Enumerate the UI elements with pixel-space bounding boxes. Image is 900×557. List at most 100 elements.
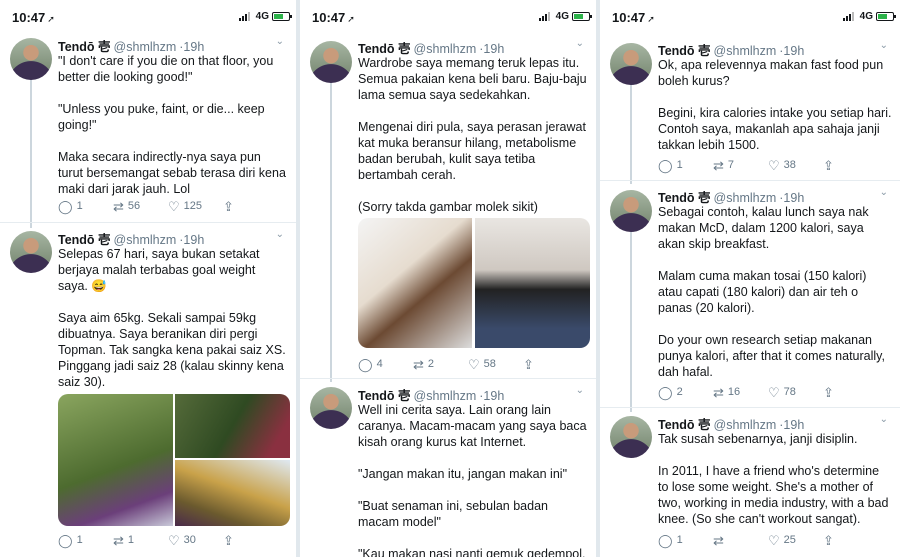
display-name[interactable]: Tendō 壱: [58, 233, 111, 247]
chevron-down-icon[interactable]: ⌄: [576, 38, 584, 49]
tweet-photo[interactable]: [175, 394, 290, 458]
retweet-icon: ⇄: [713, 532, 724, 548]
status-time: 10:47 ➚: [312, 10, 355, 25]
tweet-actions: ◯ 4 ⇄ 2 ♡ 58 ⇪: [358, 356, 586, 372]
share-button[interactable]: ⇪: [523, 356, 578, 372]
reply-icon: ◯: [658, 384, 673, 400]
avatar[interactable]: [610, 43, 652, 85]
chevron-down-icon[interactable]: ⌄: [880, 40, 888, 51]
reply-icon: ◯: [658, 532, 673, 548]
tweet-time: 19h: [483, 42, 505, 56]
status-bar: 10:47 ➚ 4G: [0, 0, 296, 34]
retweet-icon: ⇄: [113, 532, 124, 548]
retweet-icon: ⇄: [413, 356, 424, 372]
user-handle[interactable]: @shmlhzm: [414, 389, 477, 403]
like-button[interactable]: ♡ 25: [768, 532, 823, 548]
like-button[interactable]: ♡ 125: [168, 198, 223, 214]
tweet-text: "I don't care if you die on that floor, …: [58, 54, 286, 196]
tweet-photo[interactable]: [175, 460, 290, 526]
status-bar: 10:47 ➚ 4G: [300, 0, 596, 34]
reply-button[interactable]: ◯ 1: [58, 198, 113, 214]
tweet-photo[interactable]: [58, 394, 173, 526]
tweet-photo-grid[interactable]: [358, 218, 590, 348]
retweet-button[interactable]: ⇄: [713, 532, 768, 548]
chevron-down-icon[interactable]: ⌄: [880, 414, 888, 425]
user-handle[interactable]: @shmlhzm: [414, 42, 477, 56]
heart-icon: ♡: [468, 356, 480, 372]
share-button[interactable]: ⇪: [823, 384, 878, 400]
tweet-text: Wardrobe saya memang teruk lepas itu. Se…: [358, 56, 587, 214]
share-button[interactable]: ⇪: [223, 198, 278, 214]
retweet-button[interactable]: ⇄ 16: [713, 384, 768, 400]
tweet-time: 19h: [783, 418, 805, 432]
like-button[interactable]: ♡ 38: [768, 157, 823, 173]
display-name[interactable]: Tendō 壱: [658, 44, 711, 58]
thread-line: [30, 78, 32, 228]
retweet-button[interactable]: ⇄ 56: [113, 198, 168, 214]
tweet-text: Well ini cerita saya. Lain orang lain ca…: [358, 403, 587, 557]
user-handle[interactable]: @shmlhzm: [114, 40, 177, 54]
chevron-down-icon[interactable]: ⌄: [276, 229, 284, 240]
heart-icon: ♡: [768, 532, 780, 548]
thread-line: [630, 84, 632, 184]
like-button[interactable]: ♡ 30: [168, 532, 223, 548]
display-name[interactable]: Tendō 壱: [658, 191, 711, 205]
reply-button[interactable]: ◯ 4: [358, 356, 413, 372]
share-button[interactable]: ⇪: [823, 157, 878, 173]
heart-icon: ♡: [768, 384, 780, 400]
network-type: 4G: [859, 11, 873, 22]
display-name[interactable]: Tendō 壱: [658, 418, 711, 432]
reply-button[interactable]: ◯ 1: [58, 532, 113, 548]
reply-button[interactable]: ◯ 1: [658, 157, 713, 173]
tweet-header: Tendō 壱 @shmlhzm ·19h: [58, 233, 205, 247]
avatar[interactable]: [610, 416, 652, 458]
reply-icon: ◯: [358, 356, 373, 372]
share-button[interactable]: ⇪: [223, 532, 278, 548]
divider: [600, 407, 900, 408]
tweet-time: 19h: [783, 44, 805, 58]
reply-button[interactable]: ◯ 1: [658, 532, 713, 548]
tweet-photo[interactable]: [358, 218, 472, 348]
retweet-button[interactable]: ⇄ 1: [113, 532, 168, 548]
location-arrow-icon: ➚: [347, 14, 355, 24]
user-handle[interactable]: @shmlhzm: [114, 233, 177, 247]
tweet-actions: ◯ 1 ⇄ ♡ 25 ⇪: [658, 532, 890, 548]
reply-button[interactable]: ◯ 2: [658, 384, 713, 400]
chevron-down-icon[interactable]: ⌄: [576, 385, 584, 396]
share-icon: ⇪: [823, 384, 834, 400]
tweet-photo-grid[interactable]: [58, 394, 290, 526]
user-handle[interactable]: @shmlhzm: [714, 44, 777, 58]
like-button[interactable]: ♡ 78: [768, 384, 823, 400]
avatar[interactable]: [10, 231, 52, 273]
display-name[interactable]: Tendō 壱: [358, 42, 411, 56]
battery-icon: [876, 12, 896, 21]
share-button[interactable]: ⇪: [823, 532, 878, 548]
display-name[interactable]: Tendō 壱: [58, 40, 111, 54]
tweet-header: Tendō 壱 @shmlhzm ·19h: [358, 389, 505, 403]
tweet-actions: ◯ 1 ⇄ 7 ♡ 38 ⇪: [658, 157, 890, 173]
network-type: 4G: [555, 11, 569, 22]
tweet-header: Tendō 壱 @shmlhzm ·19h: [658, 191, 805, 205]
avatar[interactable]: [310, 41, 352, 83]
thread-line: [330, 82, 332, 382]
like-button[interactable]: ♡ 58: [468, 356, 523, 372]
tweet-photo[interactable]: [475, 218, 590, 348]
user-handle[interactable]: @shmlhzm: [714, 418, 777, 432]
reply-icon: ◯: [658, 157, 673, 173]
retweet-button[interactable]: ⇄ 7: [713, 157, 768, 173]
heart-icon: ♡: [168, 198, 180, 214]
tweet-time: 19h: [183, 40, 205, 54]
share-icon: ⇪: [523, 356, 534, 372]
avatar[interactable]: [10, 38, 52, 80]
heart-icon: ♡: [768, 157, 780, 173]
display-name[interactable]: Tendō 壱: [358, 389, 411, 403]
chevron-down-icon[interactable]: ⌄: [880, 187, 888, 198]
retweet-button[interactable]: ⇄ 2: [413, 356, 468, 372]
chevron-down-icon[interactable]: ⌄: [276, 36, 284, 47]
avatar[interactable]: [610, 190, 652, 232]
avatar[interactable]: [310, 387, 352, 429]
user-handle[interactable]: @shmlhzm: [714, 191, 777, 205]
status-time: 10:47 ➚: [12, 10, 55, 25]
tweet-actions: ◯ 1 ⇄ 1 ♡ 30 ⇪: [58, 532, 286, 548]
divider: [300, 378, 596, 379]
